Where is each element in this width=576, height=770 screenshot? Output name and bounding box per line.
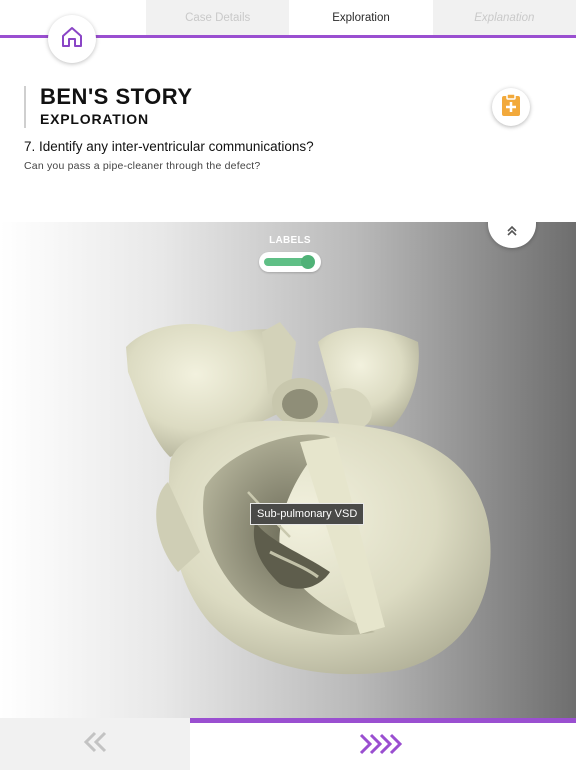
labels-toggle-title: LABELS [269, 235, 311, 246]
question-hint: Can you pass a pipe-cleaner through the … [24, 160, 261, 172]
page-title: BEN'S STORY [40, 84, 193, 109]
title-divider [24, 86, 26, 128]
page-subtitle: EXPLORATION [40, 111, 149, 127]
tab-case-details[interactable]: Case Details [146, 0, 289, 36]
next-button[interactable] [190, 718, 576, 770]
heart-model[interactable] [0, 222, 576, 718]
clipboard-plus-icon [500, 92, 522, 122]
toggle-knob[interactable] [301, 255, 315, 269]
question-text: 7. Identify any inter-ventricular commun… [24, 139, 314, 154]
chevron-double-left-icon [81, 731, 109, 758]
home-icon [60, 25, 84, 54]
clipboard-button[interactable] [492, 88, 530, 126]
tab-exploration[interactable]: Exploration [289, 0, 433, 36]
model-viewer[interactable]: LABELS Sub-pulmonary VSD [0, 222, 576, 718]
home-button[interactable] [48, 15, 96, 63]
chevron-quad-right-icon [359, 733, 407, 760]
structure-label: Sub-pulmonary VSD [250, 503, 365, 525]
tab-explanation[interactable]: Explanation [433, 0, 576, 36]
chevron-double-up-icon [506, 224, 518, 242]
tab-strip: Case Details Exploration Explanation [146, 0, 576, 36]
bottom-nav [0, 718, 576, 770]
previous-button[interactable] [0, 718, 190, 770]
labels-toggle[interactable] [259, 252, 321, 272]
